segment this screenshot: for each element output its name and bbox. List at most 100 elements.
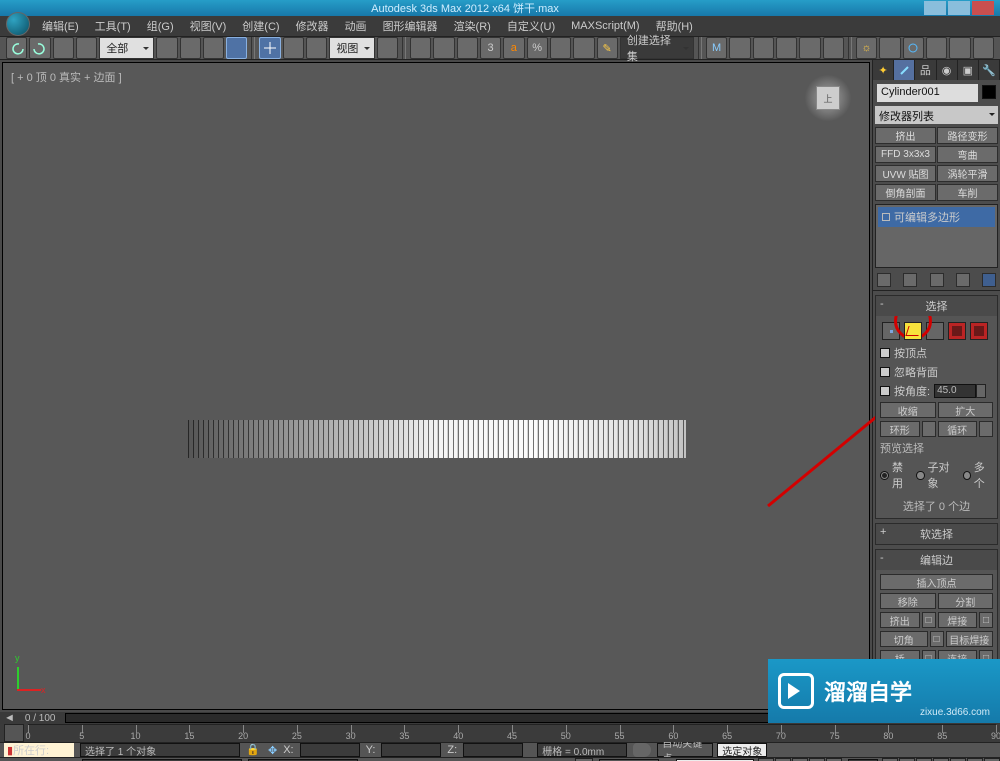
- snap-o-icon[interactable]: [550, 37, 571, 59]
- percent-snap-icon[interactable]: [457, 37, 478, 59]
- by-vertex-checkbox[interactable]: [880, 348, 890, 358]
- weld-settings[interactable]: □: [979, 612, 993, 628]
- align-icon[interactable]: [729, 37, 750, 59]
- shrink-button[interactable]: 收缩: [880, 402, 936, 418]
- loop-button[interactable]: 循环: [938, 421, 978, 437]
- y-field[interactable]: [381, 743, 441, 757]
- ring-spin[interactable]: [922, 421, 936, 437]
- preview-off-radio[interactable]: [880, 471, 889, 480]
- app-icon[interactable]: [6, 12, 30, 36]
- menu-views[interactable]: 视图(V): [184, 16, 233, 36]
- by-angle-checkbox[interactable]: [880, 386, 890, 396]
- teapot2-icon[interactable]: [949, 37, 970, 59]
- grow-button[interactable]: 扩大: [938, 402, 994, 418]
- render-setup-icon[interactable]: ☼: [856, 37, 877, 59]
- select-icon[interactable]: [156, 37, 177, 59]
- x-field[interactable]: [300, 743, 360, 757]
- tab-modify[interactable]: [894, 60, 915, 80]
- minimize-button[interactable]: [924, 1, 946, 15]
- autokey-button[interactable]: 自动关键点: [657, 743, 713, 757]
- preset-extrude[interactable]: 挤出: [875, 127, 936, 144]
- viewcube[interactable]: 上: [805, 75, 851, 121]
- weld-button[interactable]: 焊接: [938, 612, 978, 628]
- teapot1-icon[interactable]: [926, 37, 947, 59]
- viewcube-face[interactable]: 上: [816, 86, 840, 110]
- z-field[interactable]: [463, 743, 523, 757]
- configure-sets-icon[interactable]: [982, 273, 996, 287]
- snap-toggle-icon[interactable]: [410, 37, 431, 59]
- menu-customize[interactable]: 自定义(U): [501, 16, 561, 36]
- split-button[interactable]: 分割: [938, 593, 994, 609]
- target-weld-button[interactable]: 目标焊接: [946, 631, 994, 647]
- lock-icon[interactable]: 🔒: [246, 743, 260, 757]
- remove-mod-icon[interactable]: [956, 273, 970, 287]
- menu-tools[interactable]: 工具(T): [89, 16, 137, 36]
- scale-icon[interactable]: [306, 37, 327, 59]
- chamfer-settings[interactable]: □: [930, 631, 944, 647]
- pin-stack-icon[interactable]: [877, 273, 891, 287]
- scene-object-cylinder[interactable]: [188, 420, 686, 458]
- stack-toggle-icon[interactable]: [882, 213, 890, 221]
- pivot-icon[interactable]: [377, 37, 398, 59]
- subobj-polygon-icon[interactable]: [948, 322, 966, 340]
- show-end-icon[interactable]: [903, 273, 917, 287]
- preset-ffd[interactable]: FFD 3x3x3: [875, 146, 936, 163]
- remove-button[interactable]: 移除: [880, 593, 936, 609]
- undo-icon[interactable]: [6, 37, 27, 59]
- preset-turbo[interactable]: 涡轮平滑: [937, 165, 998, 182]
- menu-edit[interactable]: 编辑(E): [36, 16, 85, 36]
- tab-utilities[interactable]: 🔧: [979, 60, 1000, 80]
- tab-display[interactable]: ▣: [958, 60, 979, 80]
- modifier-list-dropdown[interactable]: 修改器列表: [875, 106, 998, 124]
- object-name-field[interactable]: Cylinder001: [877, 84, 978, 102]
- snap-pc-icon[interactable]: %: [527, 37, 548, 59]
- extrude-button[interactable]: 挤出: [880, 612, 920, 628]
- tab-create[interactable]: ✦: [873, 60, 894, 80]
- close-button[interactable]: [972, 1, 994, 15]
- mirror-icon[interactable]: M: [706, 37, 727, 59]
- rollout-header-editedges[interactable]: -编辑边: [876, 550, 997, 570]
- refcoord-dropdown[interactable]: 视图: [329, 37, 374, 59]
- teapot3-icon[interactable]: [973, 37, 994, 59]
- viewport-label[interactable]: [ + 0 顶 0 真实 + 边面 ]: [11, 69, 122, 85]
- object-color-swatch[interactable]: [982, 85, 996, 99]
- render-frame-icon[interactable]: [879, 37, 900, 59]
- menu-animation[interactable]: 动画: [339, 16, 373, 36]
- unlink-icon[interactable]: [76, 37, 97, 59]
- rect-region-icon[interactable]: [203, 37, 224, 59]
- preset-uvw[interactable]: UVW 贴图: [875, 165, 936, 182]
- preview-multi-radio[interactable]: [963, 471, 971, 480]
- menu-modifiers[interactable]: 修改器: [290, 16, 335, 36]
- schematic-icon[interactable]: [799, 37, 820, 59]
- loop-spin[interactable]: [979, 421, 993, 437]
- unique-icon[interactable]: [930, 273, 944, 287]
- maxscript-mini-listener[interactable]: ▮所在行:: [4, 743, 74, 757]
- set-key-icon[interactable]: [633, 743, 651, 757]
- spinner-arrows[interactable]: [976, 384, 986, 398]
- window-crossing-icon[interactable]: [226, 37, 247, 59]
- preset-bend[interactable]: 弯曲: [937, 146, 998, 163]
- menu-grapheditors[interactable]: 图形编辑器: [377, 16, 444, 36]
- insert-vertex-button[interactable]: 插入顶点: [880, 574, 993, 590]
- timeline-ruler[interactable]: 051015202530354045505560657075808590: [28, 724, 996, 742]
- ring-button[interactable]: 环形: [880, 421, 920, 437]
- rollout-header-soft[interactable]: +软选择: [876, 524, 997, 544]
- menu-group[interactable]: 组(G): [141, 16, 180, 36]
- snap-m-icon[interactable]: [573, 37, 594, 59]
- selection-filter-dropdown[interactable]: 全部: [99, 37, 154, 59]
- stack-item-editable-poly[interactable]: 可编辑多边形: [878, 207, 995, 227]
- selected-target[interactable]: 选定对象: [717, 743, 767, 757]
- angle-spinner[interactable]: 45.0: [934, 384, 976, 398]
- viewport-top[interactable]: [ + 0 顶 0 真实 + 边面 ] 上 y x: [2, 62, 870, 710]
- rotate-icon[interactable]: [283, 37, 304, 59]
- snap-a-icon[interactable]: a: [503, 37, 524, 59]
- preset-lathe[interactable]: 车削: [937, 184, 998, 201]
- preset-pathdeform[interactable]: 路径变形: [937, 127, 998, 144]
- chamfer-button[interactable]: 切角: [880, 631, 928, 647]
- maximize-button[interactable]: [948, 1, 970, 15]
- tab-hierarchy[interactable]: 品: [915, 60, 936, 80]
- redo-icon[interactable]: [29, 37, 50, 59]
- link-icon[interactable]: [53, 37, 74, 59]
- layers-icon[interactable]: [753, 37, 774, 59]
- subobj-element-icon[interactable]: [970, 322, 988, 340]
